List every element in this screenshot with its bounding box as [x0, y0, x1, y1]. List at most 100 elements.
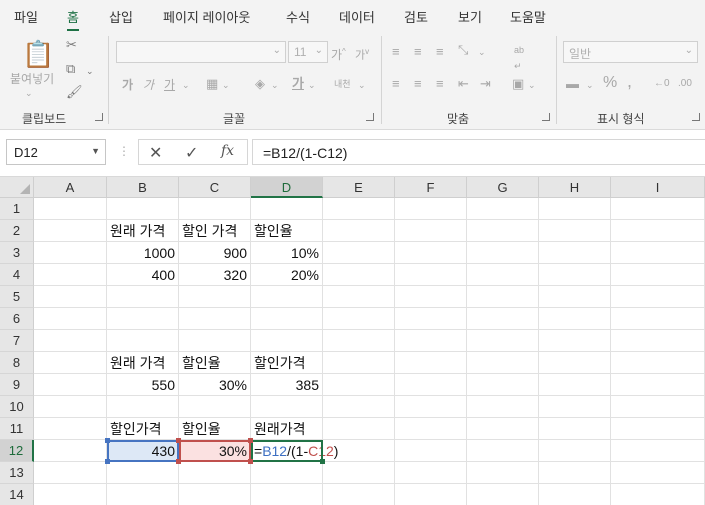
cell-c11[interactable]: 할인율: [179, 418, 251, 440]
copy-icon[interactable]: ⧉: [66, 61, 75, 77]
font-color-dropdown-icon[interactable]: ⌄: [308, 77, 316, 93]
cell-a10[interactable]: [34, 396, 107, 418]
cell-i7[interactable]: [611, 330, 705, 352]
cell-b1[interactable]: [107, 198, 179, 220]
shrink-font-icon[interactable]: 가v: [355, 44, 369, 64]
cell-e8[interactable]: [323, 352, 395, 374]
cell-h2[interactable]: [539, 220, 611, 242]
cell-i9[interactable]: [611, 374, 705, 396]
align-middle-icon[interactable]: ≡: [414, 44, 422, 60]
cell-g8[interactable]: [467, 352, 539, 374]
cell-c3[interactable]: 900: [179, 242, 251, 264]
cell-e10[interactable]: [323, 396, 395, 418]
italic-icon[interactable]: 가: [143, 77, 154, 93]
cell-e11[interactable]: [323, 418, 395, 440]
range-handle-c12[interactable]: [248, 438, 253, 443]
cell-a6[interactable]: [34, 308, 107, 330]
cell-b13[interactable]: [107, 462, 179, 484]
cell-c12[interactable]: 30%: [179, 440, 251, 462]
row-header-5[interactable]: 5: [0, 286, 34, 308]
row-header-9[interactable]: 9: [0, 374, 34, 396]
fill-dropdown-icon[interactable]: ⌄: [271, 77, 279, 93]
cell-d11[interactable]: 원래가격: [251, 418, 323, 440]
cell-e3[interactable]: [323, 242, 395, 264]
cell-f9[interactable]: [395, 374, 467, 396]
tab-insert[interactable]: 삽입: [109, 7, 133, 26]
cell-g11[interactable]: [467, 418, 539, 440]
row-header-7[interactable]: 7: [0, 330, 34, 352]
cell-i4[interactable]: [611, 264, 705, 286]
column-header-g[interactable]: G: [467, 177, 539, 198]
comma-style-icon[interactable]: ,: [627, 72, 632, 90]
cell-b5[interactable]: [107, 286, 179, 308]
cell-h12[interactable]: [539, 440, 611, 462]
fill-handle[interactable]: [320, 459, 325, 464]
grow-font-icon[interactable]: 가^: [331, 44, 346, 63]
cell-c7[interactable]: [179, 330, 251, 352]
cell-f11[interactable]: [395, 418, 467, 440]
increase-indent-icon[interactable]: ⇥: [480, 76, 491, 92]
cell-i3[interactable]: [611, 242, 705, 264]
column-header-d[interactable]: D: [251, 177, 323, 198]
tab-file[interactable]: 파일: [14, 7, 38, 26]
cell-d10[interactable]: [251, 396, 323, 418]
range-handle-b12[interactable]: [105, 459, 110, 464]
cell-i11[interactable]: [611, 418, 705, 440]
enter-check-icon[interactable]: ✓: [185, 143, 198, 163]
cell-c8[interactable]: 할인율: [179, 352, 251, 374]
cell-i8[interactable]: [611, 352, 705, 374]
clipboard-launcher-icon[interactable]: [95, 113, 103, 121]
cell-h6[interactable]: [539, 308, 611, 330]
cell-b9[interactable]: 550: [107, 374, 179, 396]
cell-e13[interactable]: [323, 462, 395, 484]
row-header-12[interactable]: 12: [0, 440, 34, 462]
align-left-icon[interactable]: ≡: [392, 76, 400, 92]
wrap-text-icon[interactable]: ab ↵: [514, 42, 524, 74]
align-bottom-icon[interactable]: ≡: [436, 44, 444, 60]
paste-icon[interactable]: 📋: [22, 40, 54, 68]
formula-input[interactable]: =B12/(1-C12): [252, 139, 705, 165]
cell-f12[interactable]: [395, 440, 467, 462]
cell-f10[interactable]: [395, 396, 467, 418]
cell-a9[interactable]: [34, 374, 107, 396]
alignment-launcher-icon[interactable]: [542, 113, 550, 121]
cell-c6[interactable]: [179, 308, 251, 330]
cell-f5[interactable]: [395, 286, 467, 308]
row-header-3[interactable]: 3: [0, 242, 34, 264]
worksheet-grid[interactable]: A B C D E F G H I 1 2 원래 가격 할인 가격 할인율 3 1000 900 10% 4 400 3…: [0, 177, 705, 505]
cell-h4[interactable]: [539, 264, 611, 286]
cell-h10[interactable]: [539, 396, 611, 418]
cell-f3[interactable]: [395, 242, 467, 264]
cell-b4[interactable]: 400: [107, 264, 179, 286]
row-header-4[interactable]: 4: [0, 264, 34, 286]
cell-a4[interactable]: [34, 264, 107, 286]
column-header-f[interactable]: F: [395, 177, 467, 198]
cell-h14[interactable]: [539, 484, 611, 505]
accounting-dropdown-icon[interactable]: ⌄: [586, 77, 594, 93]
cell-b10[interactable]: [107, 396, 179, 418]
chevron-down-icon[interactable]: ▼: [91, 146, 100, 156]
orientation-dropdown-icon[interactable]: ⌄: [478, 44, 486, 60]
cell-h9[interactable]: [539, 374, 611, 396]
tab-review[interactable]: 검토: [404, 7, 428, 26]
cell-e6[interactable]: [323, 308, 395, 330]
cell-d8[interactable]: 할인가격: [251, 352, 323, 374]
cell-h13[interactable]: [539, 462, 611, 484]
column-header-e[interactable]: E: [323, 177, 395, 198]
cell-b14[interactable]: [107, 484, 179, 505]
cell-f2[interactable]: [395, 220, 467, 242]
cell-e9[interactable]: [323, 374, 395, 396]
cell-i10[interactable]: [611, 396, 705, 418]
cell-b2[interactable]: 원래 가격: [107, 220, 179, 242]
underline-dropdown-icon[interactable]: ⌄: [182, 77, 190, 93]
cell-i1[interactable]: [611, 198, 705, 220]
underline-icon[interactable]: 가: [164, 77, 175, 93]
cell-f13[interactable]: [395, 462, 467, 484]
cell-c5[interactable]: [179, 286, 251, 308]
cell-d5[interactable]: [251, 286, 323, 308]
cell-a1[interactable]: [34, 198, 107, 220]
cell-g2[interactable]: [467, 220, 539, 242]
font-name-combo[interactable]: ⌄: [116, 41, 286, 63]
percent-style-icon[interactable]: %: [603, 75, 617, 91]
cell-i13[interactable]: [611, 462, 705, 484]
